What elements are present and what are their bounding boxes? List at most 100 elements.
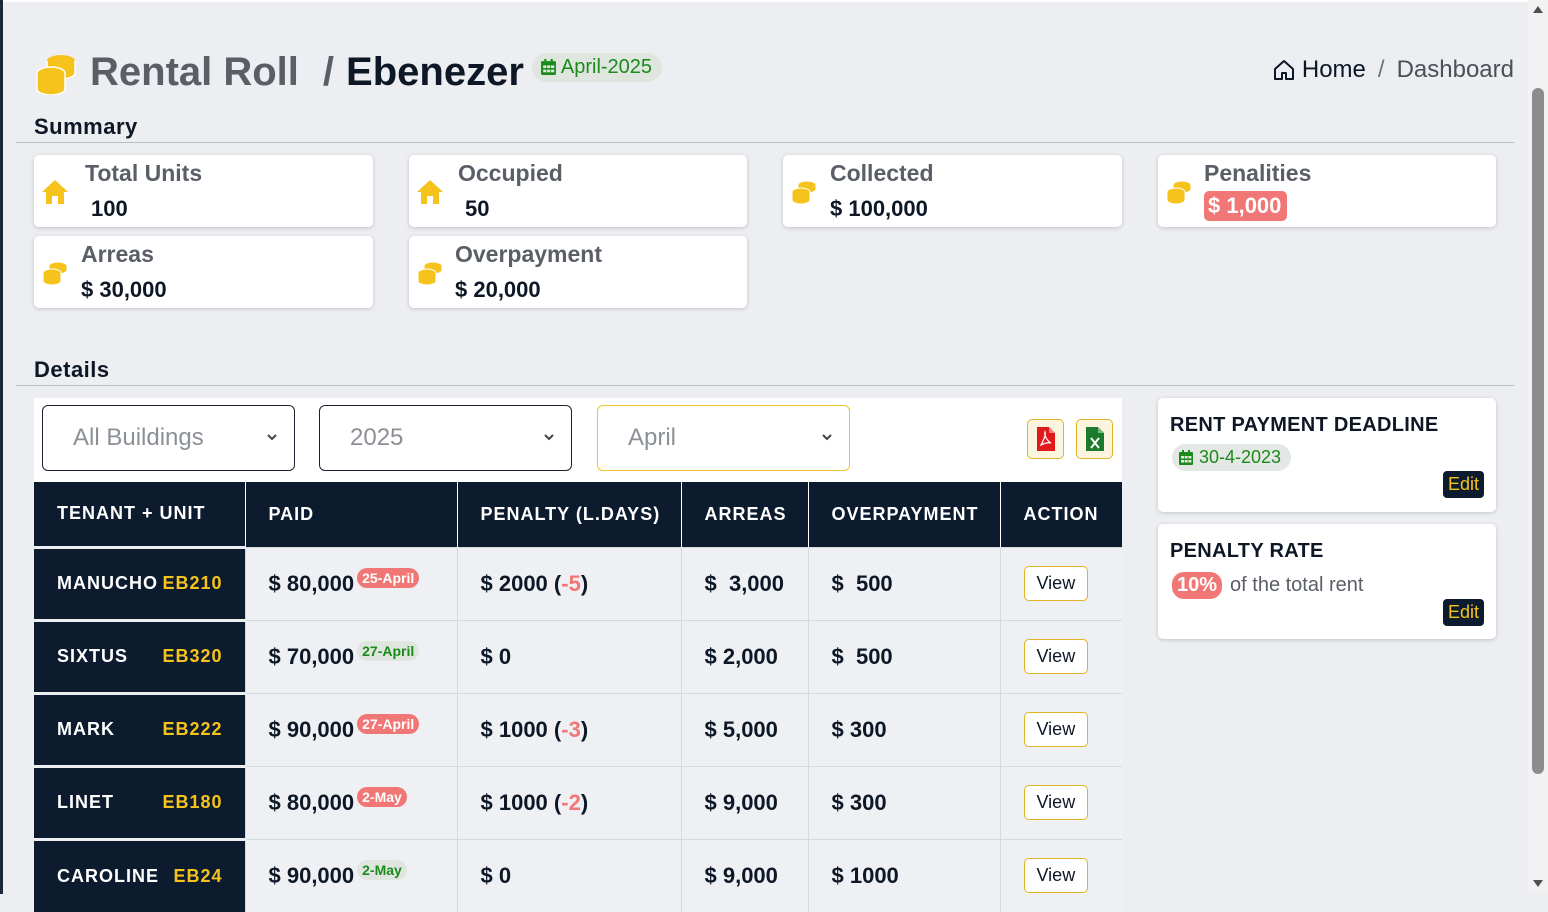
rental-roll-table: TENANT + UNIT PAID PENALTY (L.DAYS) ARRE… <box>34 482 1122 912</box>
paid-cell: $ 70,000 27-April <box>244 619 457 693</box>
paid-amount: $ 90,000 <box>268 716 355 742</box>
total-units-value: 100 <box>91 196 128 221</box>
view-button[interactable]: View <box>1023 639 1089 674</box>
page-header: Rental Roll / Ebenezer April-2025 <box>34 50 663 95</box>
overpayment-label: Overpayment <box>455 241 603 267</box>
table-row: MARK EB222 $ 90,000 27-April $ 1000 (-3) $… <box>34 691 1122 766</box>
overpayment-value: $ 20,000 <box>455 277 541 302</box>
paid-amount: $ 80,000 <box>268 789 355 815</box>
payment-date-badge: 27-April <box>357 713 420 734</box>
table-row: SIXTUS EB320 $ 70,000 27-April $ 0 $ 2,000… <box>34 618 1122 693</box>
coins-icon <box>42 261 68 286</box>
tenant-cell: MARK EB222 <box>34 691 245 766</box>
penalty-amount: $ 1000 <box>480 789 548 815</box>
deadline-date-badge: 30-4-2023 <box>1172 444 1292 471</box>
penalities-label: Penalities <box>1204 160 1312 186</box>
overpayment-cell: $ 500 <box>807 619 1000 693</box>
paid-amount: $ 90,000 <box>268 862 355 888</box>
month-select[interactable]: April <box>597 405 850 471</box>
year-select-value: 2025 <box>350 424 404 451</box>
penalty-cell: $ 0 <box>456 838 681 912</box>
payment-date-badge: 2-May <box>357 786 407 807</box>
late-days: -2 <box>561 789 581 815</box>
table-row: MANUCHO EB210 $ 80,000 25-April $ 2000 (-5… <box>34 545 1122 620</box>
breadcrumb-home-label[interactable]: Home <box>1302 56 1366 84</box>
pdf-file-icon <box>1036 427 1055 451</box>
arreas-value: $ 30,000 <box>81 277 167 302</box>
column-header: PAID <box>244 482 457 547</box>
export-excel-button[interactable] <box>1076 419 1113 459</box>
penalty-cell: $ 0 <box>456 619 681 693</box>
penalty-cell: $ 1000 (-2) <box>456 765 681 839</box>
penalty-amount: $ 0 <box>480 862 512 888</box>
breadcrumb-home[interactable]: Home <box>1272 56 1366 84</box>
unit-code: EB222 <box>162 719 223 739</box>
penalities-card: Penalities $ 1,000 <box>1158 155 1496 227</box>
overpayment-cell: $ 300 <box>807 692 1000 766</box>
occupied-card: Occupied 50 <box>409 155 747 227</box>
collected-label: Collected <box>830 160 934 186</box>
penalty-rate-text: of the total rent <box>1230 574 1364 596</box>
arreas-cell: $ 2,000 <box>680 619 808 693</box>
arreas-card: Arreas $ 30,000 <box>34 236 373 308</box>
arreas-label: Arreas <box>81 241 154 267</box>
penalty-cell: $ 1000 (-3) <box>456 692 681 766</box>
total-units-label: Total Units <box>85 160 203 186</box>
penalty-rate-title: PENALTY RATE <box>1170 540 1324 562</box>
penalty-cell: $ 2000 (-5) <box>456 546 681 620</box>
building-select[interactable]: All Buildings <box>42 405 295 471</box>
penalty-rate-panel: PENALTY RATE 10% of the total rent Edit <box>1158 524 1496 639</box>
unit-code: EB180 <box>162 792 223 812</box>
total-units-card: Total Units 100 <box>34 155 373 227</box>
details-divider <box>16 385 1514 386</box>
edit-deadline-button[interactable]: Edit <box>1442 471 1484 498</box>
summary-divider <box>16 142 1514 143</box>
arreas-cell: $ 9,000 <box>680 765 808 839</box>
penalty-amount: $ 2000 <box>480 570 548 596</box>
export-pdf-button[interactable] <box>1027 419 1064 459</box>
year-select[interactable]: 2025 <box>319 405 572 471</box>
column-header: PENALTY (L.DAYS) <box>456 482 681 547</box>
paid-cell: $ 80,000 2-May <box>244 765 457 839</box>
deadline-date: 30-4-2023 <box>1199 447 1282 467</box>
arreas-cell: $ 5,000 <box>680 692 808 766</box>
scroll-down-arrow-icon[interactable] <box>1533 880 1543 887</box>
coins-icon <box>1166 180 1192 205</box>
column-header: ARREAS <box>680 482 808 547</box>
action-cell: View <box>999 692 1122 766</box>
view-button[interactable]: View <box>1023 785 1089 820</box>
overpayment-cell: $ 300 <box>807 765 1000 839</box>
breadcrumb: Home / Dashboard <box>1272 56 1514 84</box>
chevron-down-icon <box>822 434 832 441</box>
scroll-up-arrow-icon[interactable] <box>1533 6 1543 13</box>
view-button[interactable]: View <box>1023 858 1089 894</box>
month-select-value: April <box>628 424 677 451</box>
view-button[interactable]: View <box>1023 566 1089 601</box>
filter-bar: All Buildings 2025 April <box>34 398 1122 482</box>
paid-cell: $ 90,000 2-May <box>244 838 457 912</box>
occupied-value: 50 <box>465 196 490 221</box>
arreas-cell: $ 9,000 <box>680 838 808 912</box>
breadcrumb-current: Dashboard <box>1396 56 1514 83</box>
coins-icon <box>791 180 817 205</box>
unit-code: EB320 <box>162 646 223 666</box>
tenant-cell: CAROLINE EB24 <box>34 837 245 912</box>
action-cell: View <box>999 546 1122 620</box>
collected-value: $ 100,000 <box>830 196 928 221</box>
house-icon <box>42 180 68 204</box>
scrollbar-thumb[interactable] <box>1532 88 1544 774</box>
chevron-down-icon <box>544 434 554 441</box>
overpayment-cell: $ 1000 <box>807 838 1000 912</box>
occupied-label: Occupied <box>458 160 563 186</box>
tenant-cell: LINET EB180 <box>34 764 245 839</box>
view-button[interactable]: View <box>1023 712 1089 747</box>
page-title: Rental Roll <box>90 50 299 94</box>
vertical-scrollbar[interactable] <box>1528 0 1548 894</box>
excel-file-icon <box>1085 427 1104 451</box>
title-separator: / <box>322 50 335 94</box>
paid-cell: $ 80,000 25-April <box>244 546 457 620</box>
tenant-name: MARK <box>57 719 115 739</box>
payment-date-badge: 2-May <box>357 859 407 880</box>
action-cell: View <box>999 838 1122 912</box>
edit-penalty-rate-button[interactable]: Edit <box>1442 599 1484 626</box>
